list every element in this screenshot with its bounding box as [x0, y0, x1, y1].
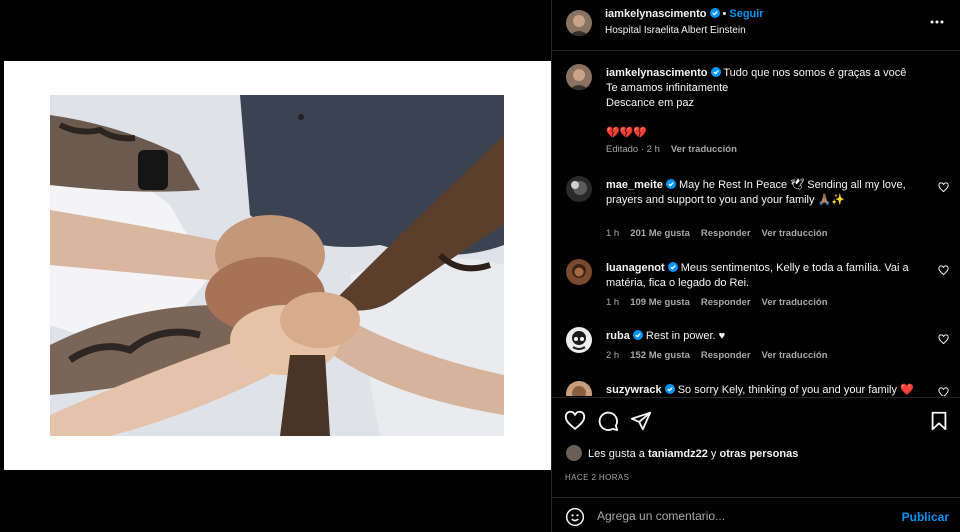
caption-emojis: 💔💔💔 [606, 127, 648, 139]
comment-like-icon[interactable] [938, 182, 949, 193]
post-media-area [0, 0, 551, 532]
author-username[interactable]: iamkelynascimento [605, 8, 707, 20]
comment-text: luanagenot Meus sentimentos, Kelly e tod… [606, 261, 926, 291]
caption-line: Te amamos infinitamente [606, 82, 729, 94]
likes-summary: Les gusta a taniamdz22 y otras personas [566, 445, 798, 461]
comment-time: 2 h [606, 350, 620, 361]
caption-line: Descance em paz [606, 97, 695, 109]
comment-body: Rest in power. ♥ [645, 330, 726, 342]
verified-badge-icon [665, 179, 676, 189]
caption-line: Tudo que nos somos é graças a você [723, 67, 907, 79]
caption-translate-link[interactable]: Ver traducción [671, 144, 737, 155]
post-header: iamkelynascimento • Seguir Hospital Israel… [552, 0, 960, 51]
verified-badge-icon [667, 262, 678, 272]
comment-body: So sorry Kely, thinking of you and your … [677, 384, 914, 396]
comment-like-icon[interactable] [938, 334, 949, 345]
caption-entry: iamkelynascimento Tudo que nos somos é g… [552, 64, 960, 164]
author-avatar[interactable] [566, 10, 592, 36]
comment-icon[interactable] [597, 410, 619, 432]
comment-input[interactable] [597, 507, 887, 525]
comment-item: ruba Rest in power. ♥ 2 h 152 Me gusta Res… [552, 327, 960, 373]
comment-likes-count[interactable]: 201 Me gusta [630, 228, 690, 239]
likes-others-link[interactable]: otras personas [719, 448, 798, 460]
post-location[interactable]: Hospital Israelita Albert Einstein [605, 25, 746, 36]
separator-dot: • [722, 8, 727, 20]
emoji-icon[interactable] [565, 507, 585, 527]
caption-meta: Editado · 2 h Ver traducción [606, 144, 748, 155]
caption-username[interactable]: iamkelynascimento [606, 67, 708, 79]
comment-translate-link[interactable]: Ver traducción [762, 350, 828, 361]
comment-reply-link[interactable]: Responder [701, 228, 751, 239]
post-timestamp[interactable]: HACE 2 HORAS [565, 473, 629, 482]
caption-edited-time: Editado · 2 h [606, 144, 660, 155]
author-avatar[interactable] [566, 64, 592, 90]
commenter-avatar[interactable] [566, 381, 592, 396]
comment-username[interactable]: mae_meite [606, 179, 663, 191]
comment-meta: 1 h 201 Me gusta Responder Ver traducción [606, 228, 839, 239]
verified-badge-icon [632, 330, 643, 340]
comment-likes-count[interactable]: 152 Me gusta [630, 350, 690, 361]
likes-prefix: Les gusta a [588, 448, 645, 460]
heart-outline-icon[interactable] [564, 410, 586, 432]
liker-avatar[interactable] [566, 445, 582, 461]
send-icon[interactable] [630, 410, 652, 432]
post-image-frame [4, 61, 551, 470]
more-horizontal-icon[interactable] [929, 14, 945, 30]
comment-username[interactable]: luanagenot [606, 262, 665, 274]
comment-meta: 1 h 109 Me gusta Responder Ver traducción [606, 297, 839, 308]
comment-username[interactable]: ruba [606, 330, 630, 342]
comment-text: suzywrack So sorry Kely, thinking of you… [606, 383, 926, 396]
comment-translate-link[interactable]: Ver traducción [762, 297, 828, 308]
header-author-line: iamkelynascimento • Seguir [605, 8, 764, 20]
likes-joiner: y [710, 448, 717, 460]
verified-badge-icon [710, 67, 721, 77]
commenter-avatar[interactable] [566, 327, 592, 353]
post-photo[interactable] [50, 95, 504, 436]
comment-time: 1 h [606, 228, 620, 239]
commenter-avatar[interactable] [566, 259, 592, 285]
follow-button[interactable]: Seguir [729, 8, 763, 20]
comment-likes-count[interactable]: 109 Me gusta [630, 297, 690, 308]
comment-text: ruba Rest in power. ♥ [606, 329, 926, 344]
bookmark-icon[interactable] [928, 410, 950, 432]
verified-badge-icon [709, 8, 720, 18]
comment-reply-link[interactable]: Responder [701, 350, 751, 361]
comment-item: mae_meite May he Rest In Peace 🕊 Sending… [552, 176, 960, 246]
comment-item: suzywrack So sorry Kely, thinking of you… [552, 381, 960, 396]
comment-time: 1 h [606, 297, 620, 308]
comment-meta: 2 h 152 Me gusta Responder Ver traducción [606, 350, 839, 361]
comment-reply-link[interactable]: Responder [701, 297, 751, 308]
caption-text: iamkelynascimento Tudo que nos somos é g… [606, 66, 926, 141]
comment-like-icon[interactable] [938, 265, 949, 276]
publish-button[interactable]: Publicar [902, 510, 949, 524]
comment-text: mae_meite May he Rest In Peace 🕊 Sending… [606, 178, 926, 208]
commenter-avatar[interactable] [566, 176, 592, 202]
verified-badge-icon [664, 384, 675, 394]
comment-username[interactable]: suzywrack [606, 384, 662, 396]
comments-list[interactable]: iamkelynascimento Tudo que nos somos é g… [552, 52, 960, 396]
post-actions-bar: Les gusta a taniamdz22 y otras personas … [552, 397, 960, 497]
liker-username[interactable]: taniamdz22 [648, 448, 708, 460]
post-side-panel: iamkelynascimento • Seguir Hospital Israel… [551, 0, 960, 532]
comment-translate-link[interactable]: Ver traducción [762, 228, 828, 239]
comment-like-icon[interactable] [938, 387, 949, 396]
comment-item: luanagenot Meus sentimentos, Kelly e tod… [552, 259, 960, 319]
comment-composer: Publicar [552, 497, 960, 532]
